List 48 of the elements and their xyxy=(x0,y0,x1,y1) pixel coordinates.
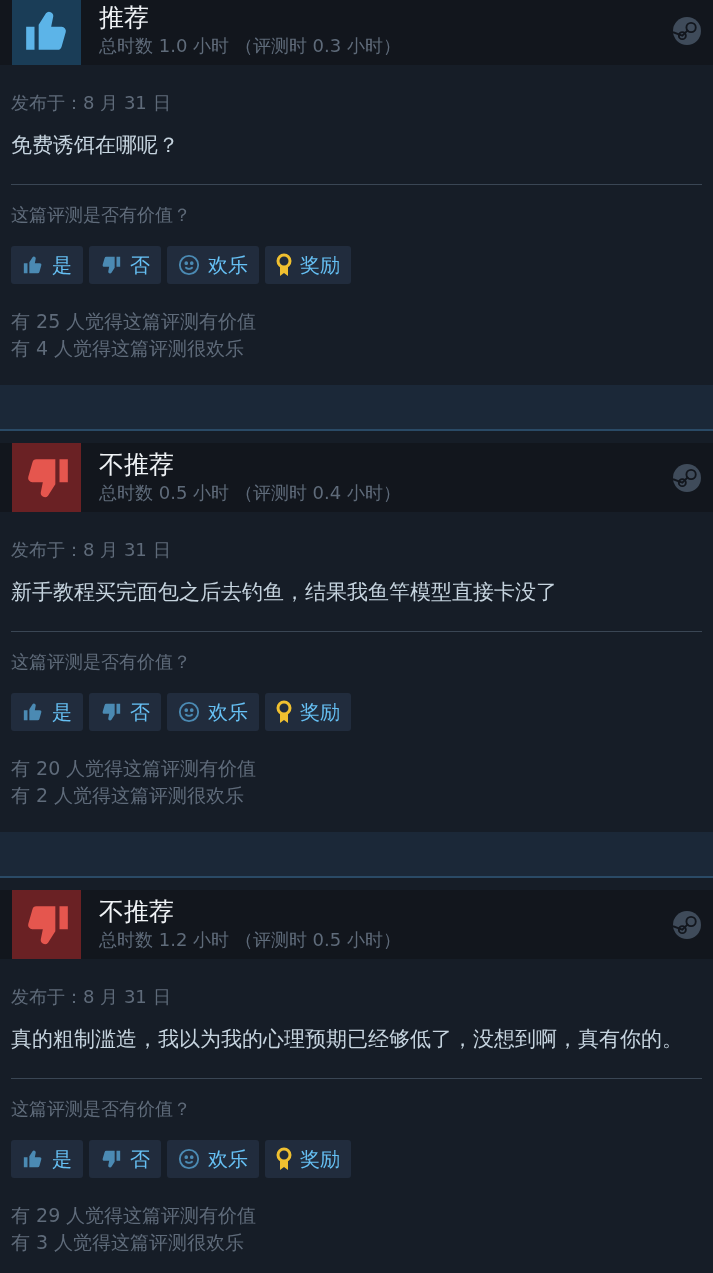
steam-logo-icon xyxy=(673,16,701,45)
playtime-text: 总时数 0.5 小时 （评测时 0.4 小时） xyxy=(99,480,401,505)
yes-button[interactable]: 是 xyxy=(11,1140,83,1178)
funny-button[interactable]: 欢乐 xyxy=(167,693,259,731)
no-button[interactable]: 否 xyxy=(89,1140,161,1178)
helpful-count: 有 29 人觉得这篇评测有价值 xyxy=(11,1203,257,1228)
post-date: 发布于：8 月 31 日 xyxy=(11,538,171,562)
review-text: 新手教程买完面包之后去钓鱼，结果我鱼竿模型直接卡没了 xyxy=(11,579,558,606)
review-text: 真的粗制滥造，我以为我的心理预期已经够低了，没想到啊，真有你的。 xyxy=(11,1026,684,1053)
funny-count: 有 3 人觉得这篇评测很欢乐 xyxy=(11,1230,245,1255)
review-verdict: 不推荐 xyxy=(99,449,174,480)
award-button[interactable]: 奖励 xyxy=(265,246,351,284)
thumbs-down-icon xyxy=(100,701,122,723)
thumbs-up-icon xyxy=(22,254,44,276)
helpful-question: 这篇评测是否有价值？ xyxy=(11,203,191,227)
thumbs-up-icon xyxy=(22,701,44,723)
helpful-count: 有 25 人觉得这篇评测有价值 xyxy=(11,309,257,334)
helpful-count: 有 20 人觉得这篇评测有价值 xyxy=(11,756,257,781)
playtime-text: 总时数 1.2 小时 （评测时 0.5 小时） xyxy=(99,927,401,952)
steam-logo-icon xyxy=(673,463,701,492)
funny-button[interactable]: 欢乐 xyxy=(167,246,259,284)
post-date: 发布于：8 月 31 日 xyxy=(11,985,171,1009)
post-date: 发布于：8 月 31 日 xyxy=(11,91,171,115)
review-verdict: 推荐 xyxy=(99,2,149,33)
funny-count: 有 4 人觉得这篇评测很欢乐 xyxy=(11,336,245,361)
yes-button[interactable]: 是 xyxy=(11,246,83,284)
funny-button[interactable]: 欢乐 xyxy=(167,1140,259,1178)
thumbs-down-icon xyxy=(100,254,122,276)
no-button[interactable]: 否 xyxy=(89,693,161,731)
award-button[interactable]: 奖励 xyxy=(265,693,351,731)
steam-logo-icon xyxy=(673,910,701,939)
smiley-icon xyxy=(178,1148,200,1170)
helpful-question: 这篇评测是否有价值？ xyxy=(11,1097,191,1121)
review-verdict: 不推荐 xyxy=(99,896,174,927)
award-ribbon-icon xyxy=(276,700,292,724)
award-ribbon-icon xyxy=(276,1147,292,1171)
playtime-text: 总时数 1.0 小时 （评测时 0.3 小时） xyxy=(99,33,401,58)
smiley-icon xyxy=(178,254,200,276)
smiley-icon xyxy=(178,701,200,723)
award-ribbon-icon xyxy=(276,253,292,277)
thumbs-up-icon xyxy=(22,1148,44,1170)
funny-count: 有 2 人觉得这篇评测很欢乐 xyxy=(11,783,245,808)
no-button[interactable]: 否 xyxy=(89,246,161,284)
helpful-question: 这篇评测是否有价值？ xyxy=(11,650,191,674)
review-text: 免费诱饵在哪呢？ xyxy=(11,132,180,159)
award-button[interactable]: 奖励 xyxy=(265,1140,351,1178)
yes-button[interactable]: 是 xyxy=(11,693,83,731)
thumbs-down-icon xyxy=(100,1148,122,1170)
